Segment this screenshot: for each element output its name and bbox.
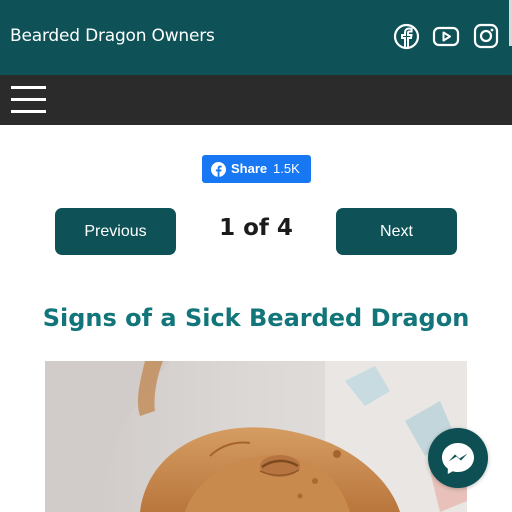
hamburger-menu-icon[interactable]	[11, 86, 46, 114]
previous-button[interactable]: Previous	[55, 208, 176, 255]
next-button[interactable]: Next	[336, 208, 457, 255]
share-count: 1.5K	[273, 161, 300, 176]
article-title: Signs of a Sick Bearded Dragon	[42, 304, 470, 332]
article-photo	[45, 361, 467, 512]
nav-bar	[0, 75, 512, 125]
site-header: Bearded Dragon Owners	[0, 0, 512, 75]
facebook-share-button[interactable]: Share 1.5K	[202, 155, 311, 183]
messenger-icon	[442, 443, 474, 474]
instagram-icon[interactable]	[473, 23, 499, 49]
youtube-icon[interactable]	[432, 23, 460, 50]
site-title[interactable]: Bearded Dragon Owners	[10, 26, 215, 46]
facebook-icon[interactable]	[393, 23, 420, 50]
facebook-icon	[211, 162, 226, 177]
messenger-chat-button[interactable]	[428, 428, 488, 488]
page-indicator: 1 of 4	[219, 215, 293, 241]
bearded-dragon-photo	[45, 361, 467, 512]
share-label: Share	[231, 161, 268, 176]
